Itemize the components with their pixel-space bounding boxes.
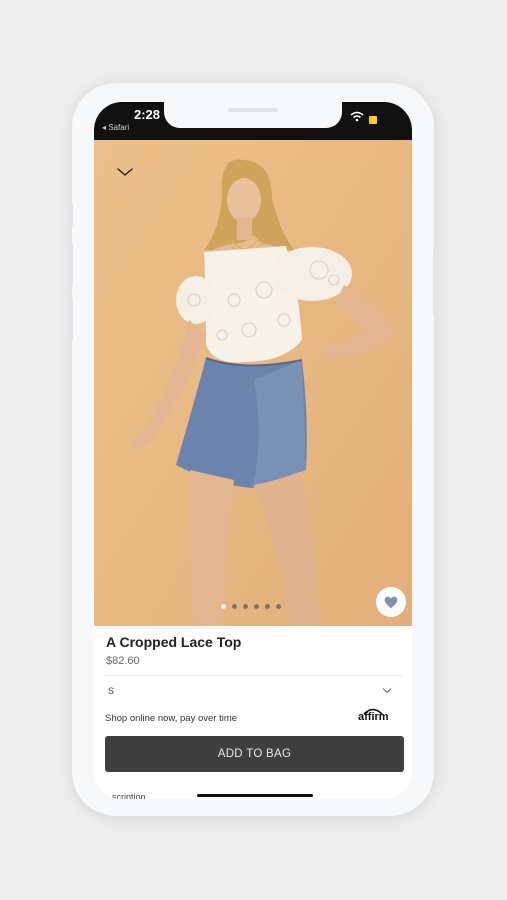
phone-side-button [69,203,73,227]
favorite-button[interactable] [376,587,406,617]
phone-volume-down-button [69,297,73,341]
product-image[interactable] [94,140,412,626]
phone-power-button [433,248,437,318]
divider [104,675,402,676]
pagination-dot[interactable] [254,604,259,609]
status-time: 2:28 [134,107,161,122]
description-section-peek: scription [112,792,146,799]
add-to-bag-button[interactable]: ADD TO BAG [105,736,404,772]
pagination-dot[interactable] [276,604,281,609]
phone-volume-up-button [69,243,73,287]
status-bar: 2:28 ◂ Safari [94,102,412,140]
heart-icon [384,596,398,608]
notch [164,102,342,128]
size-select[interactable]: S [104,678,402,704]
back-to-app-link[interactable]: ◂ Safari [102,123,129,132]
app-screen: 2:28 ◂ Safari A Cropped Lace Top $82.60 … [94,102,412,799]
wifi-icon [350,111,364,122]
chevron-down-icon[interactable] [114,162,136,182]
product-price: $82.60 [106,655,140,667]
affirm-logo[interactable]: affirm [358,711,389,723]
product-title: A Cropped Lace Top [106,634,242,650]
phone-frame: 2:28 ◂ Safari A Cropped Lace Top $82.60 … [69,83,437,816]
size-select-value: S [108,686,115,696]
home-indicator[interactable] [197,794,313,797]
product-photo [94,140,412,626]
image-pagination[interactable] [221,604,281,609]
pagination-dot[interactable] [232,604,237,609]
chevron-down-icon [382,688,392,694]
affirm-promo-text: Shop online now, pay over time [105,713,238,724]
pagination-dot[interactable] [265,604,270,609]
pagination-dot[interactable] [221,604,226,609]
speaker-grille [228,108,278,112]
pagination-dot[interactable] [243,604,248,609]
battery-icon [369,116,377,124]
